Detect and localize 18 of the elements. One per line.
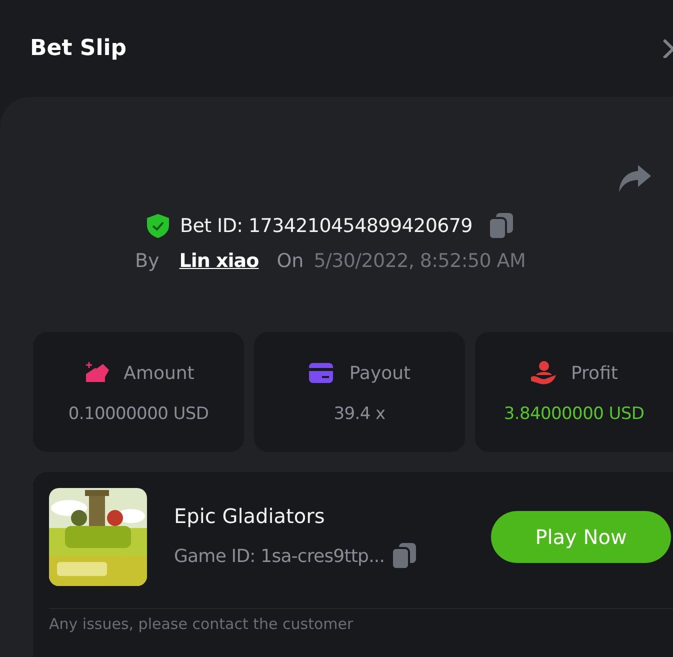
dialog-title: Bet Slip	[30, 36, 127, 61]
game-title: Epic Gladiators	[174, 504, 326, 528]
on-label: On	[276, 250, 304, 272]
stat-value: 3.84000000 USD	[504, 404, 644, 424]
share-icon[interactable]	[618, 163, 652, 193]
stat-value: 39.4 x	[334, 404, 386, 424]
stat-value: 0.10000000 USD	[68, 404, 209, 424]
game-id: Game ID: 1sa-cres9ttp...	[174, 546, 385, 566]
copy-icon[interactable]	[488, 212, 514, 240]
stat-label: Profit	[571, 362, 618, 384]
user-link[interactable]: Lin xiao	[179, 250, 259, 272]
by-label: By	[135, 250, 160, 272]
stat-label: Amount	[124, 362, 194, 384]
support-note: Any issues, please contact the customer	[49, 615, 354, 633]
bet-date: 5/30/2022, 8:52:50 AM	[314, 250, 526, 272]
bet-id: Bet ID: 1734210454899420679	[180, 215, 472, 237]
copy-icon[interactable]	[390, 542, 417, 570]
stat-label: Payout	[349, 362, 411, 384]
